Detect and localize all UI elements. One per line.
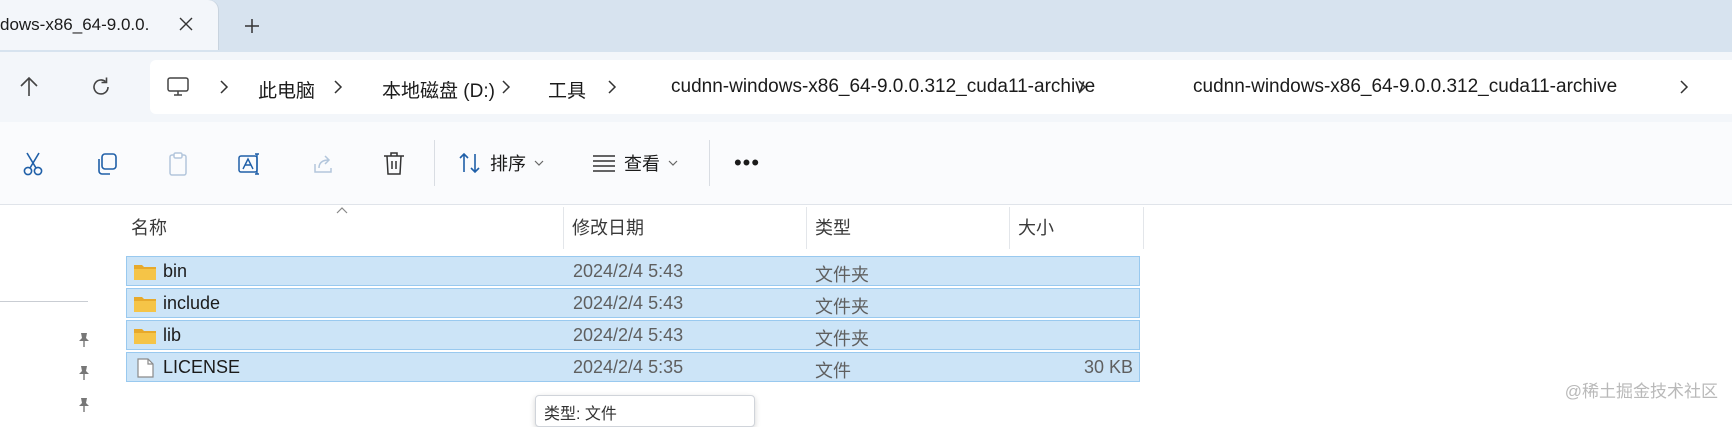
paste-icon[interactable] xyxy=(164,150,192,178)
column-separator[interactable] xyxy=(1143,207,1144,249)
folder-icon xyxy=(134,297,156,312)
tooltip-text: 类型: 文件 xyxy=(544,406,617,423)
chevron-right-icon[interactable] xyxy=(1676,79,1692,95)
chevron-right-icon[interactable] xyxy=(216,79,232,95)
sort-button[interactable]: 排序 xyxy=(458,148,544,178)
file-list: 名称 修改日期 类型 大小 bin 2024/2/4 5:43 文件夹 incl… xyxy=(100,205,1732,427)
file-date: 2024/2/4 5:43 xyxy=(573,293,684,313)
nav-divider xyxy=(0,301,88,302)
file-name: include xyxy=(163,293,221,313)
column-header-size[interactable]: 大小 xyxy=(1010,205,1142,249)
tab-active[interactable]: dows-x86_64-9.0.0. xyxy=(0,0,218,50)
delete-icon[interactable] xyxy=(380,150,408,178)
file-icon xyxy=(137,358,154,378)
file-size: 30 KB xyxy=(1083,357,1133,377)
table-row[interactable]: lib 2024/2/4 5:43 文件夹 xyxy=(126,320,1140,350)
pin-icon[interactable] xyxy=(76,332,92,348)
column-header-date[interactable]: 修改日期 xyxy=(564,205,804,249)
table-row[interactable]: LICENSE 2024/2/4 5:35 文件 30 KB xyxy=(126,352,1140,382)
pin-icon[interactable] xyxy=(76,365,92,381)
tooltip: 类型: 文件 xyxy=(535,395,755,427)
computer-icon[interactable] xyxy=(166,76,190,98)
tab-strip: dows-x86_64-9.0.0. xyxy=(0,0,1732,52)
cut-icon[interactable] xyxy=(19,150,47,178)
file-type: 文件 xyxy=(815,361,851,381)
column-header-type[interactable]: 类型 xyxy=(807,205,1007,249)
toolbar-divider xyxy=(434,140,435,186)
chevron-right-icon[interactable] xyxy=(1074,79,1090,95)
more-options-button[interactable]: ••• xyxy=(730,148,764,178)
breadcrumb-tools[interactable]: 工具 xyxy=(548,76,586,103)
copy-icon[interactable] xyxy=(93,150,121,178)
up-button[interactable] xyxy=(14,72,44,102)
sort-icon xyxy=(459,152,480,174)
file-date: 2024/2/4 5:43 xyxy=(573,261,684,281)
refresh-icon xyxy=(93,77,109,95)
file-type: 文件夹 xyxy=(815,329,869,349)
command-bar: 排序 查看 ••• xyxy=(0,122,1732,205)
view-icon xyxy=(593,155,615,172)
share-icon[interactable] xyxy=(309,150,337,178)
file-type: 文件夹 xyxy=(815,297,869,317)
breadcrumb-cudnn-current[interactable]: cudnn-windows-x86_64-9.0.0.312_cuda11-ar… xyxy=(1193,76,1617,98)
folder-icon xyxy=(134,329,156,344)
file-type: 文件夹 xyxy=(815,265,869,285)
file-date: 2024/2/4 5:43 xyxy=(573,325,684,345)
navigation-pane xyxy=(0,205,101,412)
new-tab-button[interactable] xyxy=(240,14,264,38)
tab-title: dows-x86_64-9.0.0. xyxy=(0,15,150,34)
refresh-button[interactable] xyxy=(86,72,116,102)
table-row[interactable]: bin 2024/2/4 5:43 文件夹 xyxy=(126,256,1140,286)
arrow-up-icon xyxy=(20,76,38,96)
column-header-name[interactable]: 名称 xyxy=(123,205,523,249)
file-name: bin xyxy=(163,261,188,281)
chevron-down-icon xyxy=(668,160,678,166)
chevron-down-icon xyxy=(534,160,544,166)
chevron-right-icon[interactable] xyxy=(330,79,346,95)
breadcrumb-this-pc[interactable]: 此电脑 xyxy=(258,76,315,103)
view-label: 查看 xyxy=(624,154,660,174)
address-row: 此电脑 本地磁盘 (D:) 工具 cudnn-windows-x86_64-9.… xyxy=(0,52,1732,122)
file-date: 2024/2/4 5:35 xyxy=(573,357,684,377)
file-name: LICENSE xyxy=(163,357,241,377)
rename-icon[interactable] xyxy=(236,150,264,178)
toolbar-divider xyxy=(709,140,710,186)
address-bar[interactable]: 此电脑 本地磁盘 (D:) 工具 cudnn-windows-x86_64-9.… xyxy=(150,60,1732,114)
table-row[interactable]: include 2024/2/4 5:43 文件夹 xyxy=(126,288,1140,318)
file-name: lib xyxy=(163,325,182,345)
folder-icon xyxy=(134,265,156,280)
close-icon[interactable] xyxy=(174,12,198,36)
sort-label: 排序 xyxy=(490,154,526,174)
chevron-right-icon[interactable] xyxy=(498,79,514,95)
breadcrumb-cudnn-parent[interactable]: cudnn-windows-x86_64-9.0.0.312_cuda11-ar… xyxy=(671,76,1095,98)
watermark: @稀土掘金技术社区 xyxy=(1564,382,1718,401)
view-button[interactable]: 查看 xyxy=(592,148,678,178)
pin-icon[interactable] xyxy=(76,397,92,413)
breadcrumb-local-disk[interactable]: 本地磁盘 (D:) xyxy=(382,76,495,103)
chevron-right-icon[interactable] xyxy=(604,79,620,95)
plus-icon xyxy=(245,19,259,33)
